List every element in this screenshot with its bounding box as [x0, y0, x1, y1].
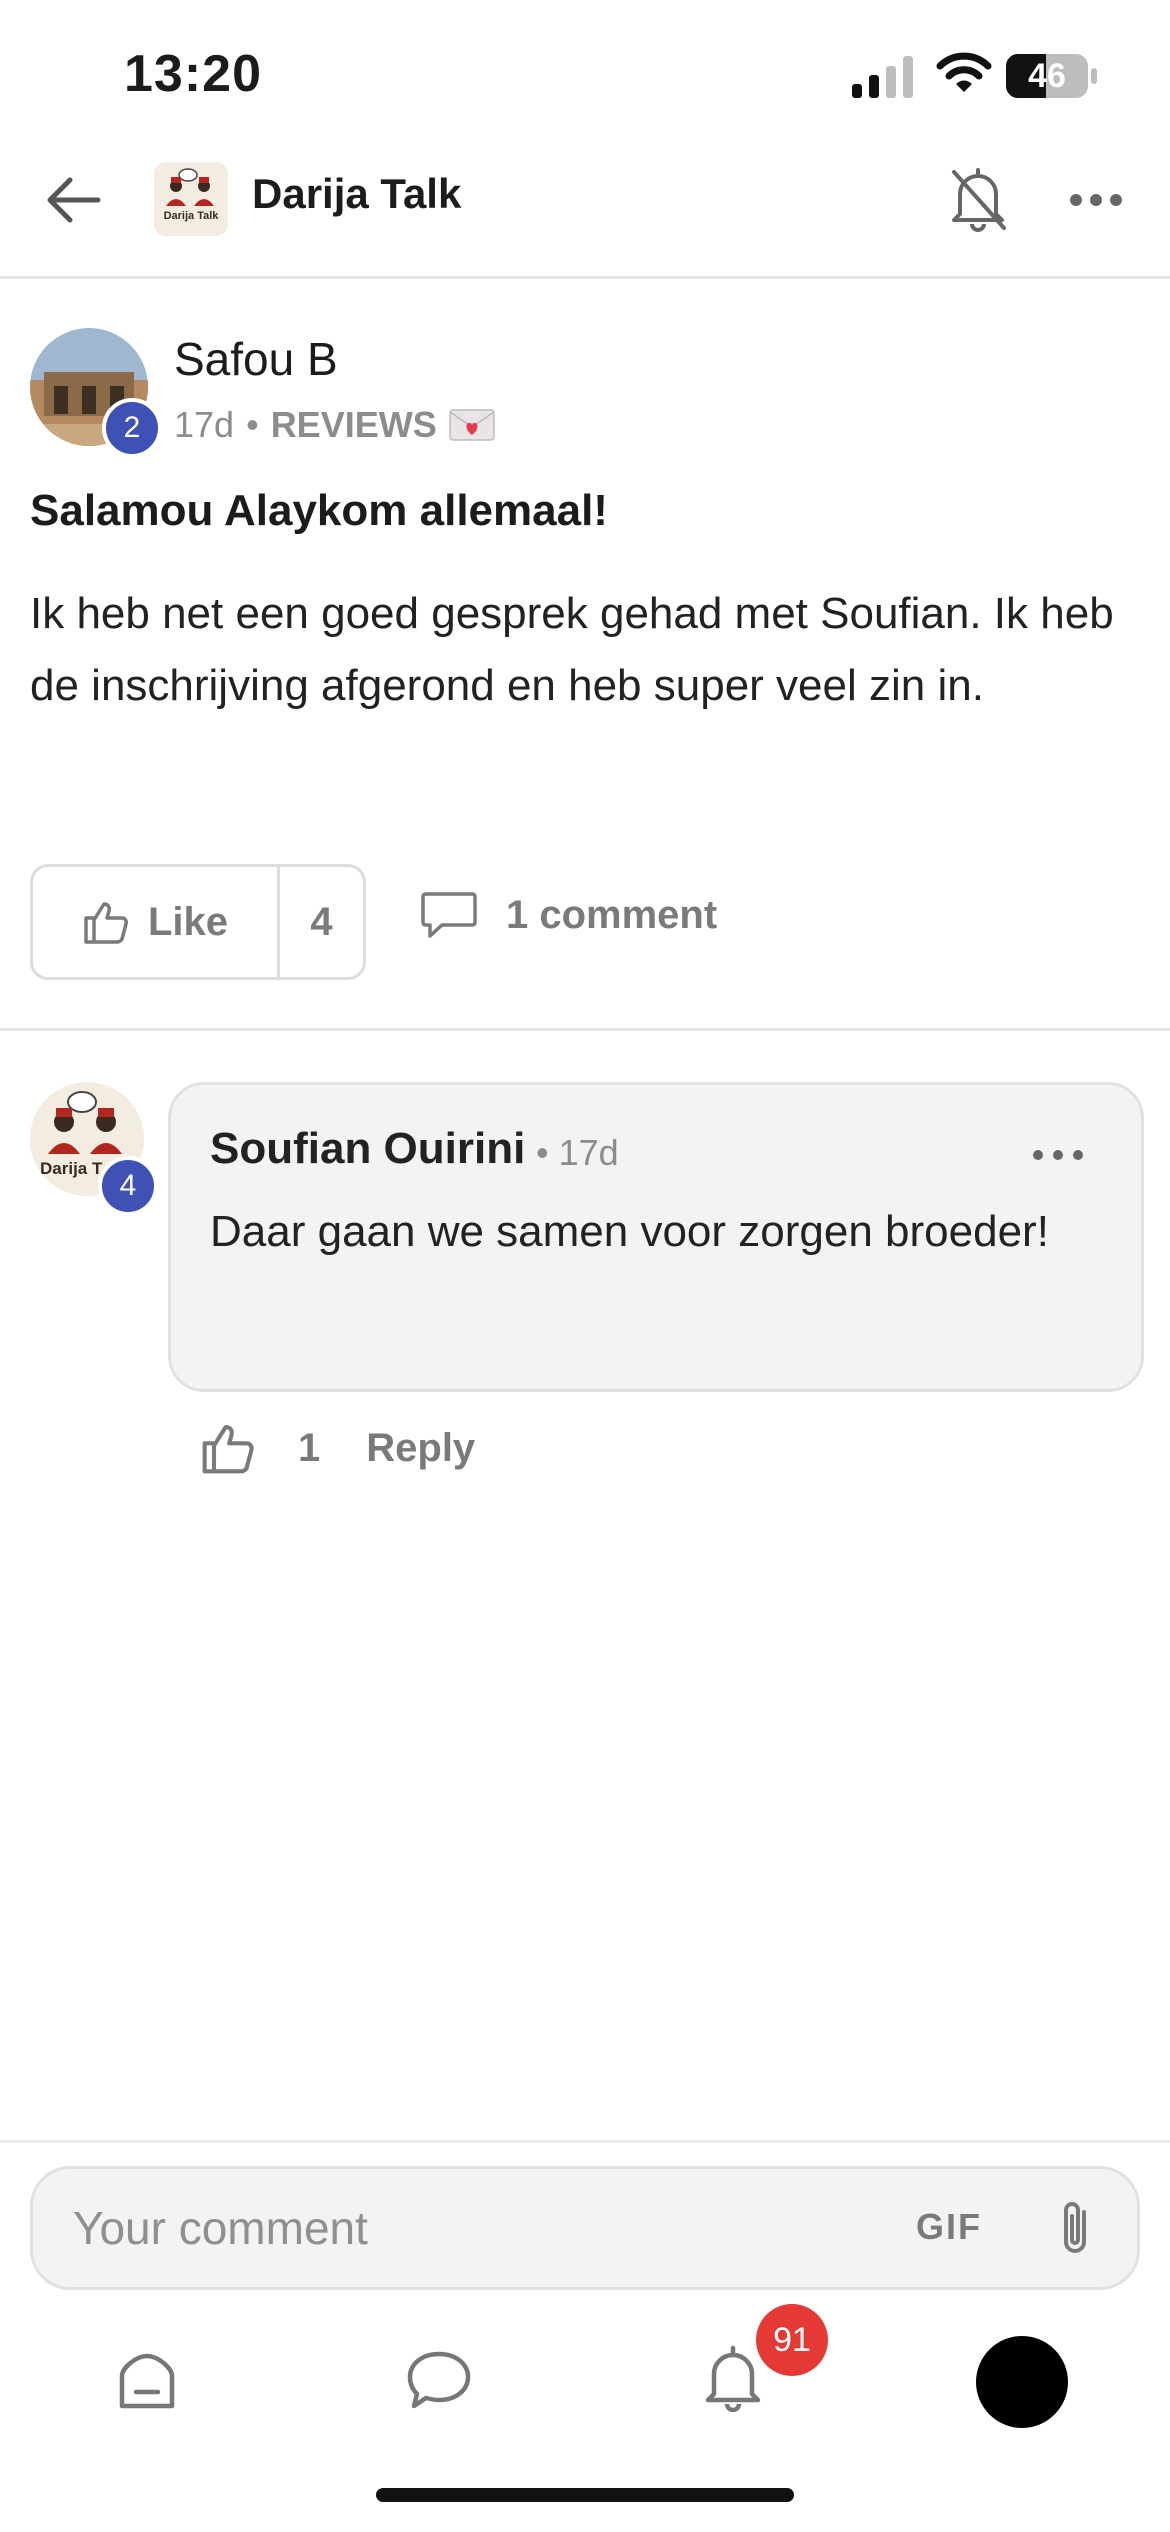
- gif-button[interactable]: GIF: [916, 2206, 982, 2248]
- more-options-icon[interactable]: [1068, 178, 1124, 222]
- reply-button[interactable]: Reply: [366, 1426, 475, 1471]
- comment-like-icon[interactable]: [200, 1420, 256, 1476]
- like-count[interactable]: 4: [277, 867, 363, 977]
- comment-time: • 17d: [536, 1132, 619, 1173]
- cellular-signal-icon: [852, 56, 913, 98]
- back-arrow-icon[interactable]: [40, 170, 110, 230]
- profile-avatar[interactable]: [976, 2336, 1068, 2428]
- bell-off-icon[interactable]: [946, 164, 1010, 234]
- status-time: 13:20: [124, 45, 262, 103]
- like-label: Like: [147, 899, 229, 944]
- thumbs-up-icon: [84, 902, 128, 944]
- post-title: Salamou Alaykom allemaal!: [30, 486, 608, 535]
- meta-separator: •: [246, 404, 259, 445]
- comment-like-count[interactable]: 1: [298, 1426, 320, 1471]
- paperclip-icon[interactable]: [1050, 2196, 1100, 2260]
- comment-actions: 1 Reply: [200, 1420, 475, 1476]
- logo-illustration: [154, 162, 228, 236]
- group-name[interactable]: Darija Talk: [252, 170, 461, 218]
- comment-count-label: 1 comment: [506, 892, 718, 937]
- home-icon[interactable]: [112, 2346, 182, 2416]
- notification-count-badge: 91: [756, 2304, 828, 2376]
- comment-author-name[interactable]: Soufian Ouirini: [210, 1124, 525, 1174]
- author-level-badge: 2: [102, 398, 162, 458]
- battery-level: 46: [1028, 56, 1066, 95]
- comment-more-icon[interactable]: [1030, 1140, 1086, 1170]
- post-divider: [0, 1028, 1170, 1031]
- comment-body: Daar gaan we samen voor zorgen broeder!: [210, 1207, 1049, 1256]
- comment-count-link[interactable]: 1 comment: [420, 890, 717, 940]
- svg-text:Darija T: Darija T: [40, 1159, 103, 1178]
- commenter-level-badge: 4: [98, 1156, 158, 1216]
- wifi-icon: [936, 52, 992, 92]
- logo-text: Darija Talk: [163, 210, 219, 222]
- love-letter-icon: [448, 409, 495, 441]
- header-divider: [0, 276, 1170, 279]
- group-logo[interactable]: Darija Talk: [154, 162, 228, 236]
- post-body: Ik heb net een goed gesprek gehad met So…: [30, 589, 1114, 710]
- post-author-name[interactable]: Safou B: [174, 332, 338, 386]
- home-indicator: [376, 2488, 794, 2502]
- post-age: 17d: [174, 404, 235, 445]
- like-control: Like 4: [30, 864, 366, 980]
- post-category[interactable]: REVIEWS: [271, 404, 437, 446]
- comment-bubble-icon: [421, 892, 477, 938]
- post-meta: 17d • REVIEWS: [174, 404, 495, 446]
- like-button[interactable]: Like: [33, 867, 277, 977]
- battery-indicator: 46: [1006, 54, 1098, 98]
- chat-icon[interactable]: [404, 2344, 474, 2414]
